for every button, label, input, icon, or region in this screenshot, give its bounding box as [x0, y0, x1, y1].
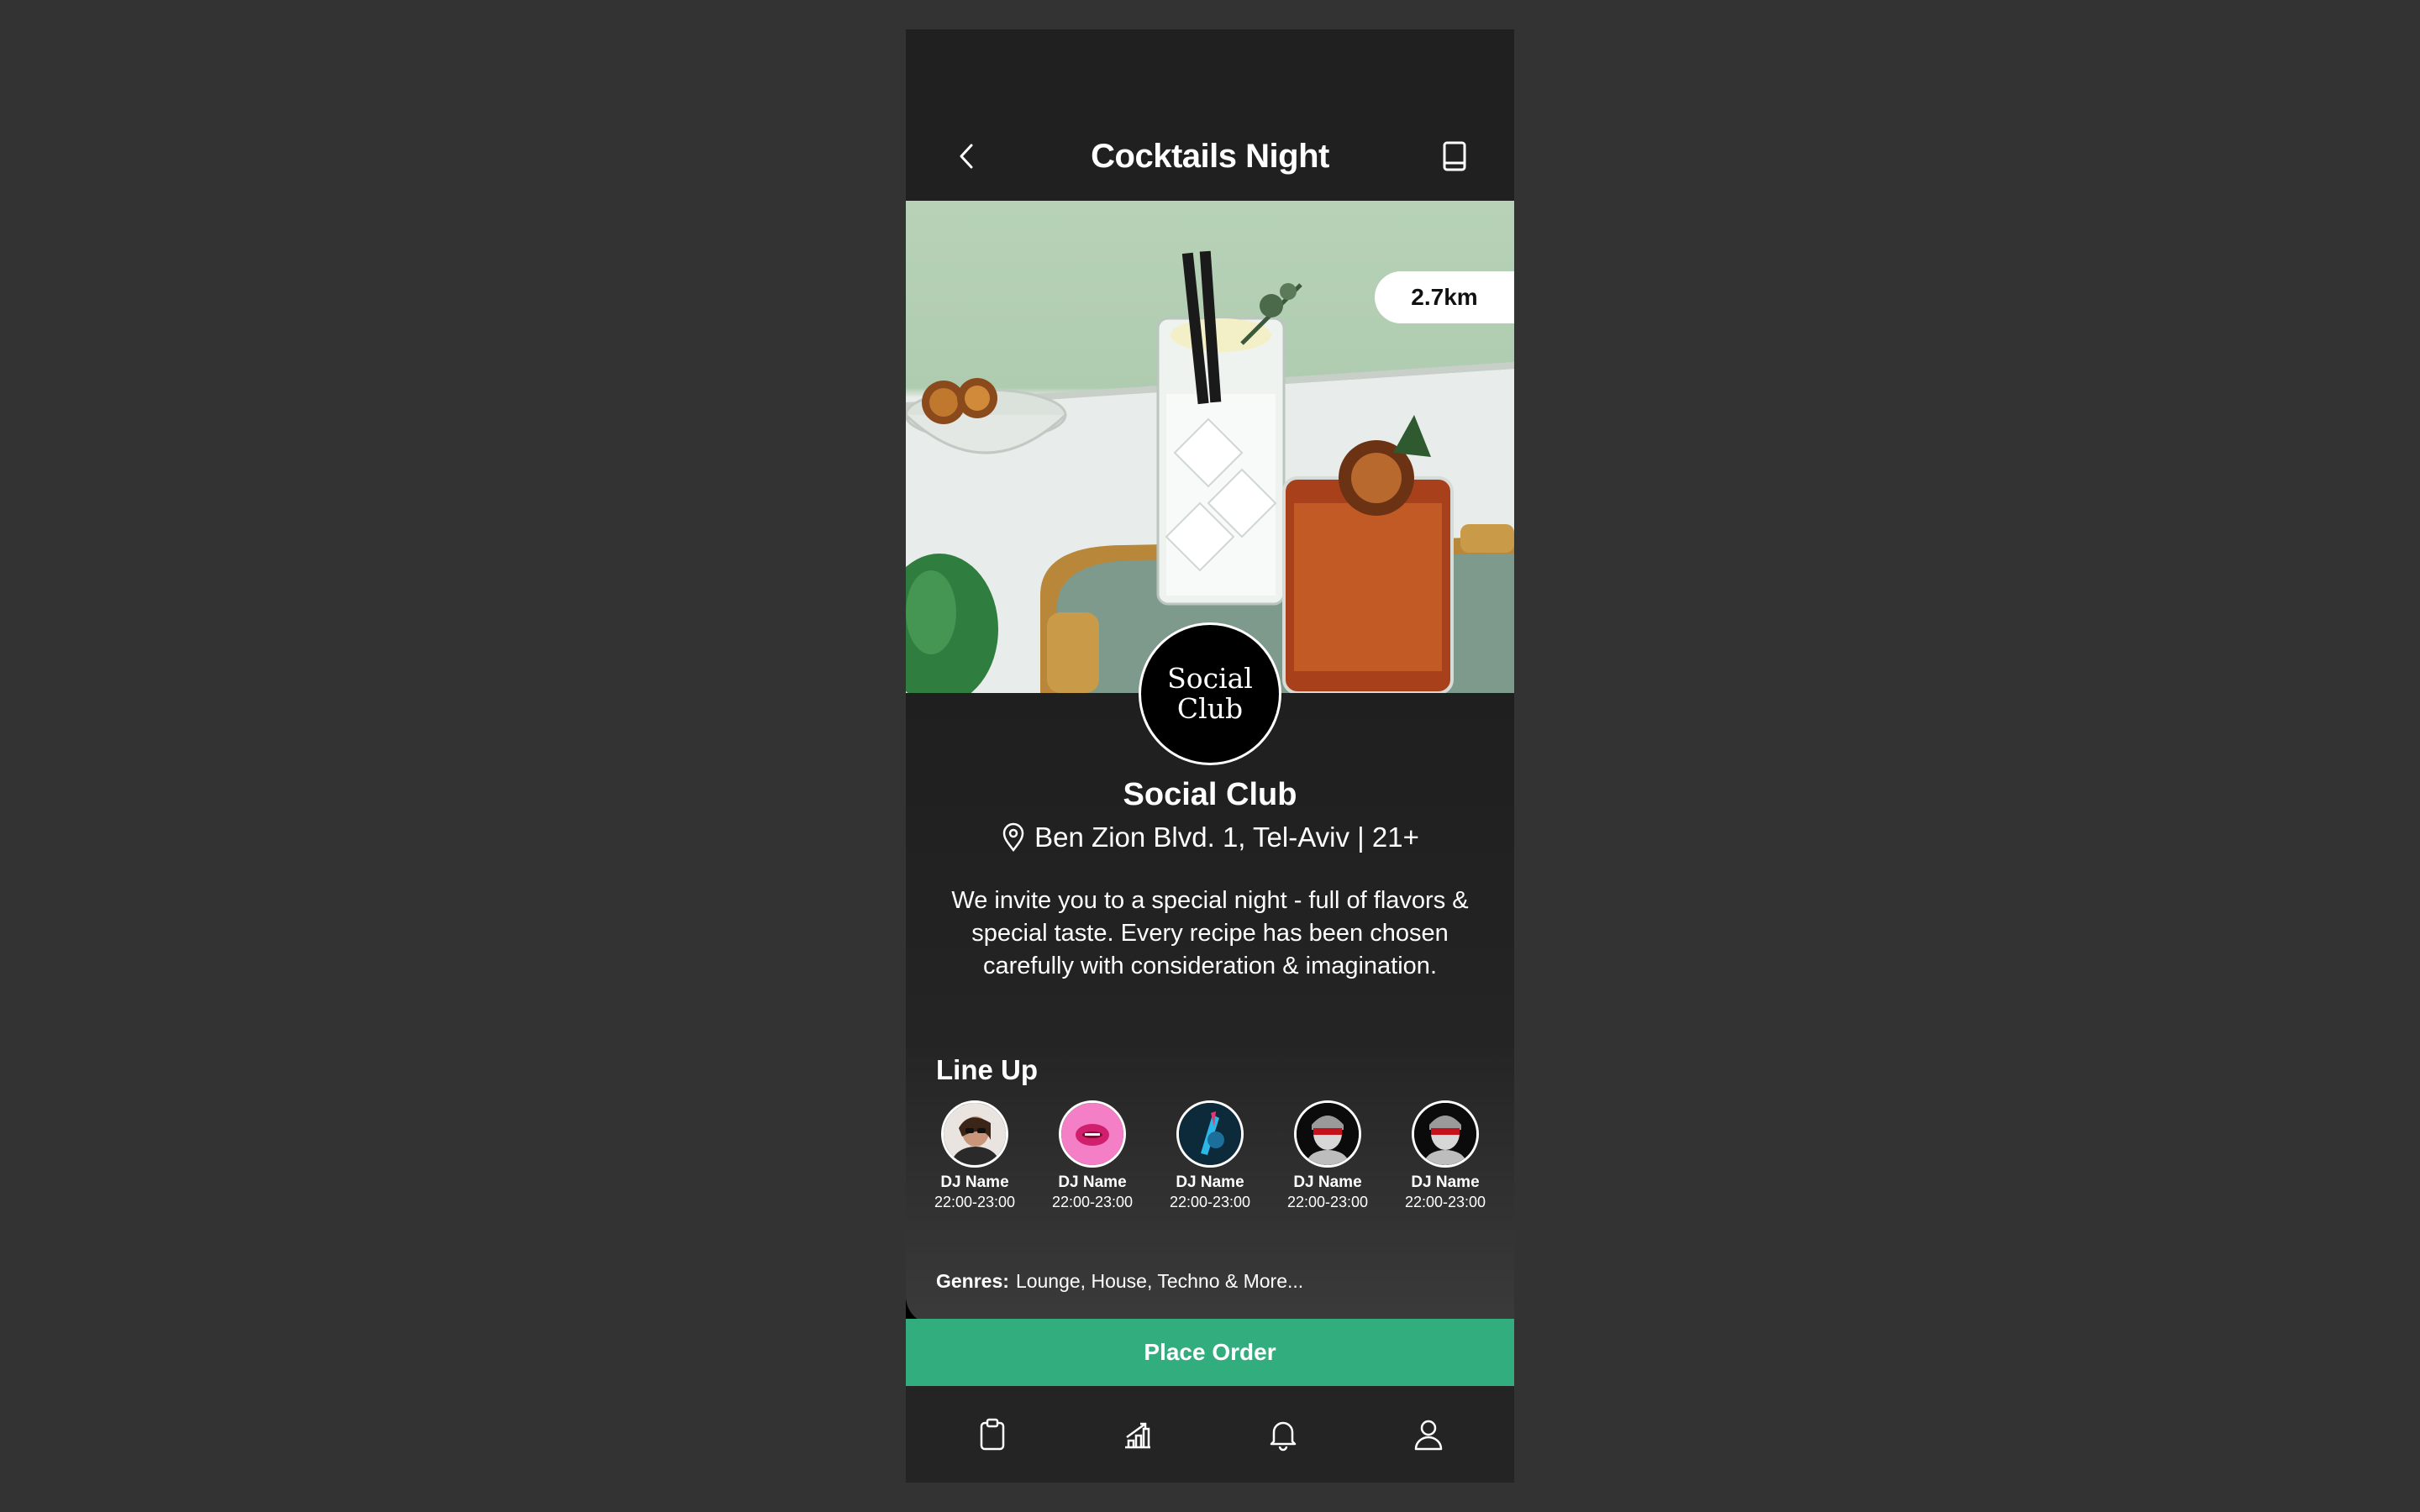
event-description: We invite you to a special night - full …: [951, 887, 1469, 979]
dj-avatar[interactable]: [1412, 1100, 1479, 1168]
tab-orders[interactable]: [959, 1401, 1026, 1468]
venue-logo-line2: Club: [1176, 692, 1244, 725]
dj-photo: [1414, 1103, 1476, 1165]
dj-photo: [1297, 1103, 1359, 1165]
venue-address[interactable]: Ben Zion Blvd. 1, Tel-Aviv | 21+: [906, 819, 1514, 856]
dj-name: DJ Name: [1176, 1173, 1244, 1191]
dj-avatar[interactable]: [1294, 1100, 1361, 1168]
tab-notifications[interactable]: [1249, 1401, 1317, 1468]
genres-label: Genres:: [936, 1270, 1009, 1292]
place-order-button[interactable]: Place Order: [906, 1319, 1514, 1386]
dj-name: DJ Name: [940, 1173, 1009, 1191]
lineup-list: DJ Name 22:00-23:00 DJ Name 22:00-23:00: [926, 1100, 1494, 1252]
dj-time: 22:00-23:00: [934, 1194, 1016, 1210]
header-bar: Cocktails Night: [906, 29, 1514, 201]
dj-item[interactable]: DJ Name 22:00-23:00: [1397, 1100, 1494, 1252]
dj-photo: [1061, 1103, 1123, 1165]
dj-item[interactable]: DJ Name 22:00-23:00: [1279, 1100, 1376, 1252]
dj-photo: [1179, 1103, 1241, 1165]
dj-avatar[interactable]: [1176, 1100, 1244, 1168]
chevron-left-icon: [960, 144, 973, 169]
dj-name: DJ Name: [1411, 1173, 1480, 1191]
genres-line: Genres: Lounge, House, Techno & More...: [936, 1270, 1303, 1293]
genres-value: Lounge, House, Techno & More...: [1015, 1270, 1304, 1292]
tab-profile[interactable]: [1395, 1401, 1462, 1468]
dj-avatar[interactable]: [1059, 1100, 1126, 1168]
dj-photo: [944, 1103, 1006, 1165]
lineup-heading: Line Up: [936, 1054, 1038, 1085]
dj-name: DJ Name: [1058, 1173, 1127, 1191]
menu-book-button[interactable]: [1427, 129, 1482, 184]
event-hero-image: 2.7km: [906, 201, 1514, 693]
book-icon: [1443, 141, 1466, 171]
venue-name: Social Club: [1123, 777, 1297, 812]
venue-logo-line1: Social: [1167, 662, 1253, 695]
bell-icon: [1270, 1421, 1296, 1451]
venue-address-text: Ben Zion Blvd. 1, Tel-Aviv | 21+: [1034, 822, 1419, 853]
dj-avatar[interactable]: [941, 1100, 1008, 1168]
dj-name: DJ Name: [1293, 1173, 1362, 1191]
dj-item[interactable]: DJ Name 22:00-23:00: [926, 1100, 1023, 1252]
location-pin-icon: [1002, 822, 1024, 853]
user-icon: [1414, 1420, 1442, 1450]
distance-badge: 2.7km: [1375, 271, 1514, 323]
phone-screen: Cocktails Night 2.7km Social Club Social…: [906, 29, 1514, 1483]
tab-stats[interactable]: [1104, 1401, 1171, 1468]
clipboard-icon: [980, 1418, 1004, 1450]
dj-time: 22:00-23:00: [1169, 1194, 1251, 1210]
dj-time: 22:00-23:00: [1051, 1194, 1134, 1210]
bottom-tab-bar: [906, 1386, 1514, 1483]
page-title: Cocktails Night: [1091, 137, 1329, 175]
chart-icon: [1124, 1422, 1150, 1448]
dj-time: 22:00-23:00: [1404, 1194, 1486, 1210]
venue-logo: Social Club: [1139, 622, 1281, 765]
back-button[interactable]: [939, 129, 995, 184]
dj-item[interactable]: DJ Name 22:00-23:00: [1161, 1100, 1259, 1252]
dj-time: 22:00-23:00: [1286, 1194, 1369, 1210]
dj-item[interactable]: DJ Name 22:00-23:00: [1044, 1100, 1141, 1252]
